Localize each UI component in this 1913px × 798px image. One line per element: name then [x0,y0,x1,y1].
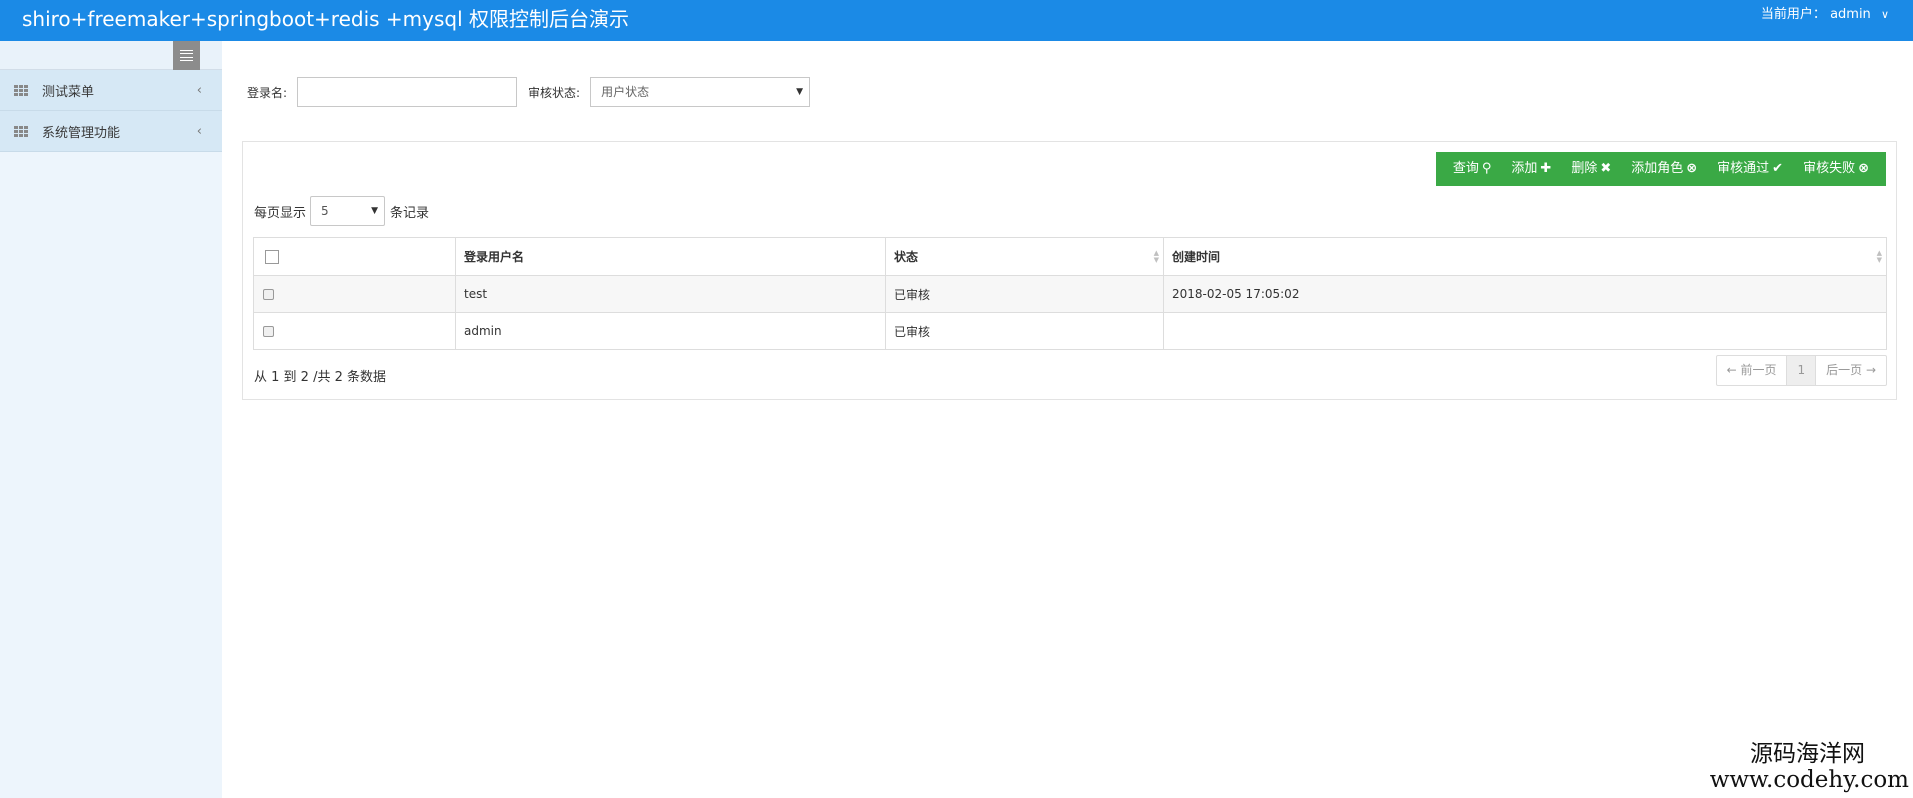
times-icon: ✖ [1600,161,1612,176]
watermark: 源码海洋网 www.codehy.com [1710,741,1909,793]
next-page-button[interactable]: 后一页 → [1816,356,1886,385]
row-select-cell [253,275,456,313]
add-button[interactable]: 添加 ✚ [1504,152,1558,186]
user-table: 登录用户名 状态 ▲ ▼ 创建时间 ▲ ▼ test 已审核 2018-02-0… [253,237,1887,350]
watermark-line1: 源码海洋网 [1750,741,1865,767]
sidebar-item-label: 测试菜单 [42,84,95,100]
sidebar-item-test-menu[interactable]: 测试菜单 ‹ [0,70,222,111]
circle-x-icon: ⊗ [1686,161,1698,176]
table-row[interactable]: admin 已审核 [253,312,1887,350]
app-title: shiro+freemaker+springboot+redis +mysql … [22,7,630,31]
cell-status: 已审核 [885,275,1164,313]
cell-username: test [455,275,886,313]
pagination: ← 前一页 1 后一页 → [1715,355,1887,386]
chevron-left-icon: ‹ [196,124,202,139]
filter-row: 登录名: 审核状态: 用户状态 ▼ [247,77,811,107]
login-name-label: 登录名: [247,85,288,100]
plus-icon: ✚ [1540,161,1552,176]
grid-icon [14,84,29,96]
watermark-line2: www.codehy.com [1709,767,1909,793]
action-toolbar: 查询 ⚲ 添加 ✚ 删除 ✖ 添加角色 ⊗ 审核通过 ✔ 审核失败 ⊗ [1435,152,1886,186]
cell-created [1163,312,1887,350]
dropdown-arrow-icon: ▼ [796,87,804,97]
page-size-suffix: 条记录 [390,205,430,221]
data-panel: 查询 ⚲ 添加 ✚ 删除 ✖ 添加角色 ⊗ 审核通过 ✔ 审核失败 ⊗ 每页显示 5 ▼ [242,141,1897,400]
sidebar-item-label: 系统管理功能 [42,125,121,141]
cell-username: admin [455,312,886,350]
sort-icon: ▲ ▼ [1153,249,1159,264]
main-content: 登录名: 审核状态: 用户状态 ▼ 查询 ⚲ 添加 ✚ 删除 ✖ 添加角色 ⊗ 审核通过… [222,41,1913,798]
search-icon: ⚲ [1481,161,1492,176]
sort-icon: ▲ ▼ [1876,249,1882,264]
table-row[interactable]: test 已审核 2018-02-05 17:05:02 [253,275,1887,313]
current-user-menu[interactable]: 当前用户： admin ∨ [1761,7,1889,23]
sidebar: 测试菜单 ‹ 系统管理功能 ‹ [0,41,222,798]
table-header-row: 登录用户名 状态 ▲ ▼ 创建时间 ▲ ▼ [253,237,1887,276]
header-created[interactable]: 创建时间 ▲ ▼ [1163,237,1887,276]
delete-button[interactable]: 删除 ✖ [1564,152,1618,186]
circle-x-icon: ⊗ [1858,161,1869,176]
add-role-button[interactable]: 添加角色 ⊗ [1624,152,1704,186]
reject-button[interactable]: 审核失败 ⊗ [1796,152,1876,186]
page-size-select[interactable]: 5 ▼ [310,196,386,226]
top-header: shiro+freemaker+springboot+redis +mysql … [0,0,1913,41]
chevron-left-icon: ‹ [196,83,202,98]
page-size-value: 5 [321,204,329,218]
search-button[interactable]: 查询 ⚲ [1446,152,1499,186]
table-info: 从 1 到 2 /共 2 条数据 [254,370,386,385]
current-page-button[interactable]: 1 [1786,356,1817,385]
sidebar-item-system-management[interactable]: 系统管理功能 ‹ [0,111,222,152]
header-username[interactable]: 登录用户名 [455,237,886,276]
login-name-input[interactable] [297,77,518,107]
cell-status: 已审核 [885,312,1164,350]
approve-button[interactable]: 审核通过 ✔ [1710,152,1790,186]
header-status[interactable]: 状态 ▲ ▼ [885,237,1164,276]
select-all-checkbox[interactable] [265,249,279,264]
cell-created: 2018-02-05 17:05:02 [1163,275,1887,313]
current-user-label: 当前用户： [1760,7,1826,22]
row-select-cell [253,312,456,350]
page-size-control: 每页显示 5 ▼ 条记录 [254,196,429,226]
check-circle-icon: ✔ [1772,161,1784,176]
select-all-cell [253,237,456,276]
page-size-prefix: 每页显示 [254,205,307,221]
row-checkbox[interactable] [263,326,274,337]
status-label: 审核状态: [528,85,581,100]
grid-icon [14,125,29,137]
current-user-name: admin [1830,7,1871,22]
sidebar-toggle-bar [0,41,222,70]
row-checkbox[interactable] [263,289,274,300]
prev-page-button[interactable]: ← 前一页 [1717,356,1787,385]
status-select[interactable]: 用户状态 ▼ [590,77,811,107]
menu-icon [180,50,193,61]
chevron-down-icon: ∨ [1880,8,1889,21]
status-selected-value: 用户状态 [601,85,650,99]
sidebar-collapse-button[interactable] [173,41,200,70]
dropdown-arrow-icon: ▼ [371,206,379,216]
